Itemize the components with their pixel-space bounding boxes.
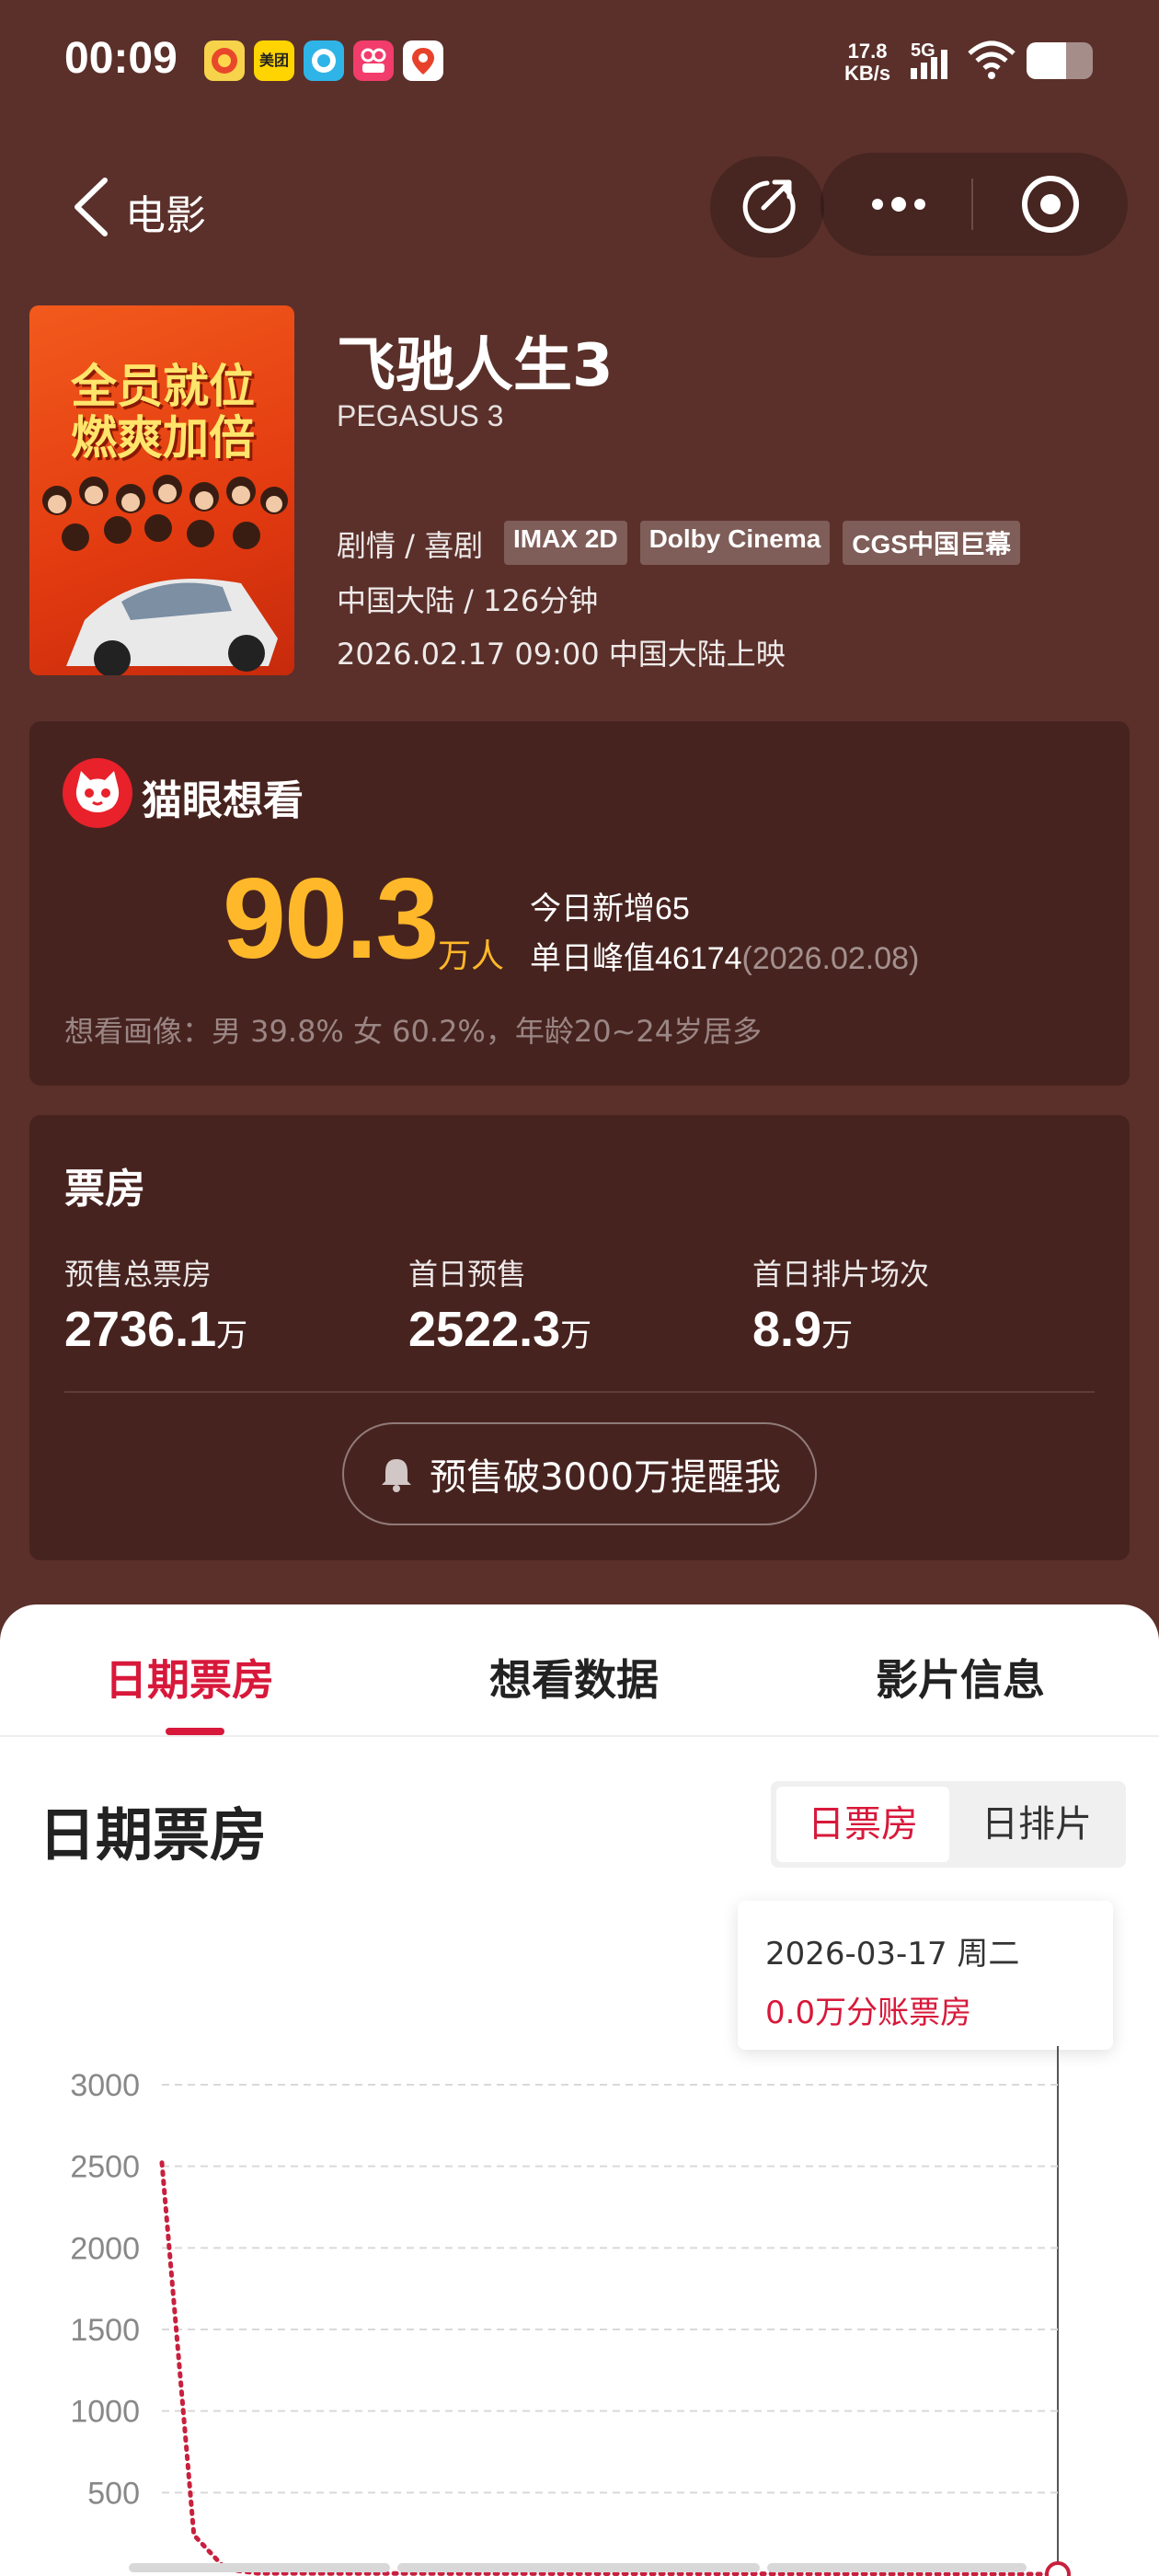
stat-label: 首日预售 bbox=[408, 1257, 527, 1292]
tag-imax: IMAX 2D bbox=[504, 521, 627, 565]
network-speed-unit: KB/s bbox=[844, 62, 891, 85]
capsule-divider bbox=[971, 178, 973, 230]
network-speed: 17.8 KB/s bbox=[844, 40, 890, 85]
audience-portrait: 想看画像：男 39.8% 女 60.2%，年龄20~24岁居多 bbox=[64, 1014, 763, 1049]
today-new-value: 65 bbox=[655, 891, 690, 926]
movie-genre: 剧情 / 喜剧 bbox=[337, 528, 484, 563]
share-icon bbox=[742, 179, 796, 234]
want-count: 90.3 bbox=[223, 856, 439, 983]
chart-scroll-bar[interactable] bbox=[129, 2563, 390, 2572]
stat-unit: 万 bbox=[216, 1317, 248, 1354]
battery-fill bbox=[1027, 42, 1067, 79]
want-to-see-card[interactable]: 猫眼想看 90.3 万人 今日新增65 单日峰值46174(2026.02.08… bbox=[29, 721, 1130, 1086]
map-app-icon bbox=[403, 40, 443, 81]
toggle-daily-screenings[interactable]: 日排片 bbox=[953, 1787, 1120, 1862]
status-time: 00:09 bbox=[64, 34, 178, 83]
box-office-card: 票房 预售总票房 2736.1万 首日预售 2522.3万 首日排片场次 8.9… bbox=[29, 1115, 1130, 1560]
stat-unit: 万 bbox=[560, 1317, 592, 1354]
today-new-label: 今日新增 bbox=[530, 891, 655, 927]
movie-region-duration: 中国大陆 / 126分钟 bbox=[337, 583, 599, 618]
network-speed-value: 17.8 bbox=[847, 40, 888, 63]
presale-remind-label: 预售破3000万提醒我 bbox=[430, 1456, 781, 1499]
chevron-left-icon bbox=[75, 178, 108, 236]
stat-number: 2522.3 bbox=[408, 1302, 561, 1357]
movie-title: 飞驰人生3 bbox=[337, 332, 614, 400]
chart-scroll-bar[interactable] bbox=[397, 2563, 760, 2572]
wifi-icon bbox=[966, 39, 1017, 85]
y-tick-label: 2500 bbox=[70, 2150, 140, 2185]
data-point bbox=[1045, 2561, 1071, 2576]
tab-want-data[interactable]: 想看数据 bbox=[489, 1647, 659, 1708]
want-count-unit: 万人 bbox=[438, 937, 505, 975]
nav-title[interactable]: 电影 bbox=[125, 182, 206, 241]
presale-total-stat: 预售总票房 2736.1万 bbox=[64, 1251, 247, 1358]
format-tags: IMAX 2D Dolby Cinema CGS中国巨幕 bbox=[504, 521, 1020, 565]
y-tick-label: 500 bbox=[87, 2476, 140, 2511]
box-office-toggle: 日票房 日排片 bbox=[771, 1781, 1126, 1868]
stat-value: 8.9万 bbox=[752, 1301, 929, 1358]
toggle-daily-box-office[interactable]: 日票房 bbox=[776, 1787, 949, 1862]
box-office-heading: 票房 bbox=[64, 1166, 145, 1213]
tag-dolby: Dolby Cinema bbox=[639, 521, 831, 565]
stat-label: 预售总票房 bbox=[64, 1257, 212, 1292]
status-bar: 00:09 美团 17.8 KB/s 5G bbox=[0, 0, 1159, 129]
stat-number: 8.9 bbox=[752, 1302, 822, 1357]
tab-daily-box-office[interactable]: 日期票房 bbox=[105, 1647, 274, 1708]
poster-slogan: 全员就位 燃爽加倍 bbox=[71, 360, 255, 465]
poster-artwork bbox=[42, 475, 288, 675]
meituan-icon: 美团 bbox=[254, 40, 294, 81]
daily-box-office-title: 日期票房 bbox=[39, 1801, 268, 1869]
chart-scroll-bar[interactable] bbox=[767, 2563, 1027, 2572]
y-tick-label: 1000 bbox=[70, 2395, 140, 2430]
bell-icon bbox=[382, 1459, 412, 1492]
divider bbox=[64, 1391, 1095, 1393]
detail-tabs: 日期票房 想看数据 影片信息 bbox=[0, 1604, 1159, 1737]
y-tick-label: 3000 bbox=[70, 2068, 140, 2103]
mini-program-capsule bbox=[820, 153, 1128, 256]
y-tick-label: 2000 bbox=[70, 2231, 140, 2266]
daily-box-office-chart[interactable]: 3000 2500 2000 1500 1000 500 bbox=[0, 2046, 1159, 2576]
movie-release-date: 2026.02.17 09:00 中国大陆上映 bbox=[337, 637, 786, 672]
tab-movie-info[interactable]: 影片信息 bbox=[876, 1647, 1045, 1708]
series-line bbox=[159, 2160, 1061, 2576]
back-button[interactable] bbox=[64, 175, 120, 239]
tooltip-date: 2026-03-17 周二 bbox=[765, 1936, 1020, 1972]
stat-unit: 万 bbox=[821, 1317, 854, 1354]
today-new: 今日新增65 bbox=[530, 883, 690, 928]
movie-poster[interactable]: 全员就位 燃爽加倍 bbox=[29, 305, 294, 675]
more-button[interactable] bbox=[857, 177, 940, 232]
movie-english-title: PEGASUS 3 bbox=[337, 399, 504, 432]
daily-peak-label: 单日峰值 bbox=[530, 940, 655, 977]
app-weather-icon bbox=[204, 40, 245, 81]
battery-icon bbox=[1027, 42, 1093, 79]
video-app-icon bbox=[353, 40, 394, 81]
first-day-screenings-stat: 首日排片场次 8.9万 bbox=[752, 1251, 929, 1358]
y-tick-label: 1500 bbox=[70, 2313, 140, 2348]
want-to-see-brand: 猫眼想看 bbox=[142, 777, 304, 824]
active-tab-indicator bbox=[166, 1728, 224, 1735]
daily-peak-date: (2026.02.08) bbox=[741, 941, 920, 976]
tooltip-value: 0.0万分账票房 bbox=[765, 1995, 972, 2031]
stat-number: 2736.1 bbox=[64, 1302, 217, 1357]
first-day-presale-stat: 首日预售 2522.3万 bbox=[408, 1251, 591, 1358]
camera-app-icon bbox=[304, 40, 344, 81]
daily-peak-value: 46174 bbox=[655, 941, 742, 976]
stat-value: 2522.3万 bbox=[408, 1301, 591, 1358]
daily-peak: 单日峰值46174(2026.02.08) bbox=[530, 933, 919, 978]
stat-value: 2736.1万 bbox=[64, 1301, 247, 1358]
maoyan-cat-icon bbox=[63, 758, 132, 828]
share-button[interactable] bbox=[710, 156, 824, 258]
chart-tooltip: 2026-03-17 周二 0.0万分账票房 bbox=[738, 1901, 1113, 2050]
presale-remind-button[interactable]: 预售破3000万提醒我 bbox=[342, 1422, 817, 1525]
detail-panel: 日期票房 想看数据 影片信息 日期票房 日票房 日排片 2026-03-17 周… bbox=[0, 1604, 1159, 2576]
tag-cgs: CGS中国巨幕 bbox=[843, 521, 1020, 565]
stat-label: 首日排片场次 bbox=[752, 1257, 930, 1292]
more-dots-icon bbox=[872, 197, 925, 212]
close-mini-program-button[interactable] bbox=[1019, 173, 1082, 236]
target-icon bbox=[1022, 176, 1079, 233]
